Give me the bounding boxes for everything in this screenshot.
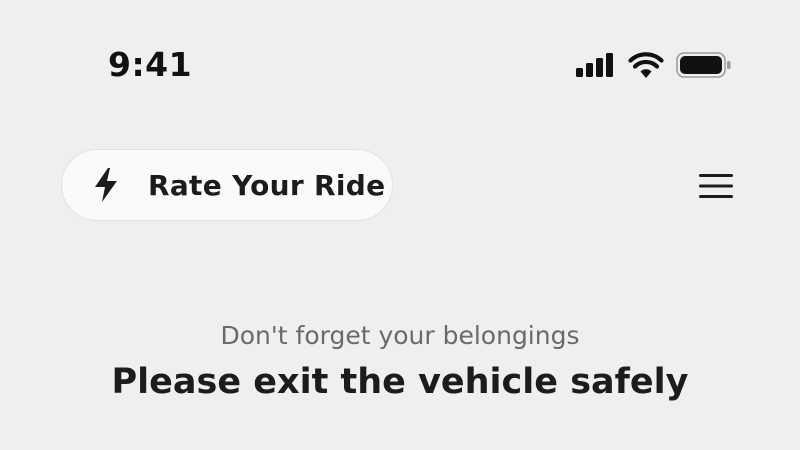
rate-your-ride-button[interactable]: Rate Your Ride bbox=[61, 149, 393, 221]
battery-icon bbox=[676, 52, 732, 78]
menu-button[interactable] bbox=[697, 171, 735, 201]
wifi-icon bbox=[628, 52, 664, 78]
cellular-signal-icon bbox=[576, 53, 616, 77]
rate-your-ride-label: Rate Your Ride bbox=[148, 168, 386, 202]
hamburger-menu-icon bbox=[697, 174, 735, 205]
exit-safely-headline: Please exit the vehicle safely bbox=[111, 362, 689, 402]
belongings-reminder: Don't forget your belongings bbox=[220, 321, 580, 350]
lightning-bolt-icon bbox=[93, 168, 119, 202]
status-time: 9:41 bbox=[108, 45, 193, 84]
status-icons bbox=[576, 50, 732, 80]
status-bar: 9:41 bbox=[0, 0, 800, 130]
